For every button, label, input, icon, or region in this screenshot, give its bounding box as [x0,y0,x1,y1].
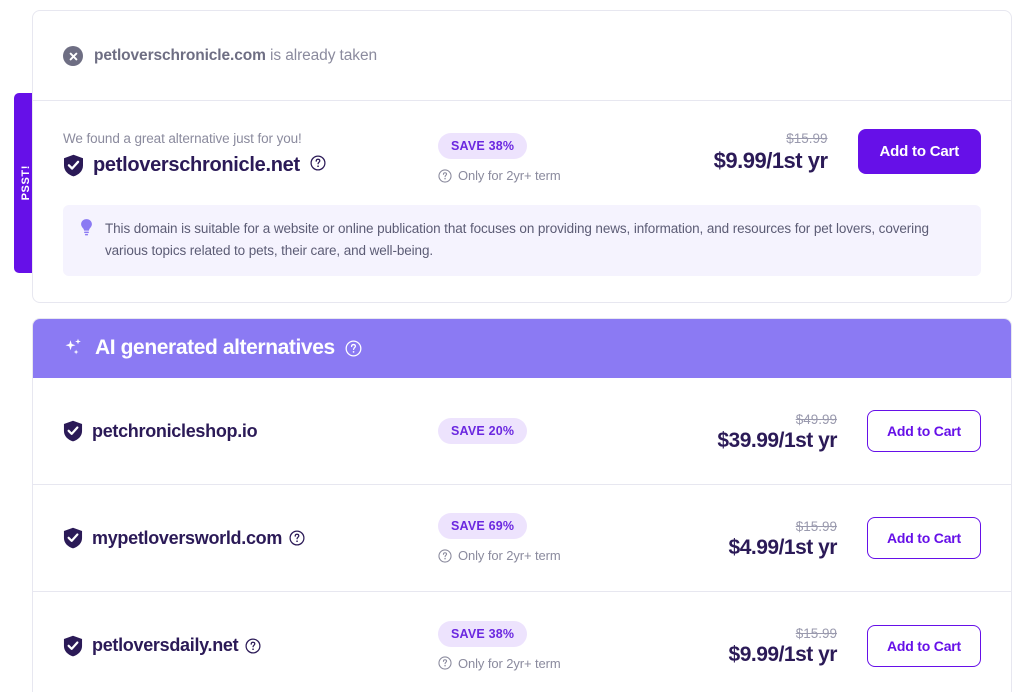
alt-new-price: $39.99/1st yr [717,429,837,453]
featured-domain-card: petloverschronicle.com is already taken … [32,10,1012,303]
alt-new-price: $9.99/1st yr [729,643,837,667]
alt-price-and-cta: $49.99 $39.99/1st yr Add to Cart [703,410,981,453]
featured-domain-info: We found a great alternative just for yo… [63,129,438,177]
domain-results-page: PSST! petloverschronicle.com is already … [0,0,1024,692]
featured-old-price: $15.99 [714,131,828,146]
featured-domain-line: petloverschronicle.net [63,154,438,177]
featured-tagline: We found a great alternative just for yo… [63,131,438,146]
question-circle-icon[interactable] [438,656,452,670]
shield-check-icon [63,527,83,549]
featured-alternative-body: We found a great alternative just for yo… [33,101,1011,276]
question-circle-icon[interactable] [438,549,452,563]
featured-price-and-cta: $15.99 $9.99/1st yr Add to Cart [703,129,981,174]
featured-term-note: Only for 2yr+ term [438,168,703,183]
ai-alternatives-header: AI generated alternatives [33,319,1011,378]
featured-offer-info: SAVE 38% Only for 2yr+ term [438,129,703,183]
featured-save-badge: SAVE 38% [438,133,527,159]
alt-save-badge: SAVE 69% [438,513,527,539]
ai-alternatives-card: AI generated alternatives petchroniclesh… [32,318,1012,692]
featured-domain-name[interactable]: petloverschronicle.net [93,154,300,177]
alt-price-block: $49.99 $39.99/1st yr [717,410,837,453]
taken-domain-name: petloverschronicle.com [94,47,266,64]
alt-domain-name[interactable]: mypetloversworld.com [92,528,282,549]
featured-price-block: $15.99 $9.99/1st yr [714,129,828,174]
alt-domain-name[interactable]: petchronicleshop.io [92,421,257,442]
table-row: mypetloversworld.com SAVE 69% [33,485,1011,592]
alt-offer-info: SAVE 20% [438,418,703,444]
alt-price-and-cta: $15.99 $4.99/1st yr Add to Cart [703,517,981,560]
alt-offer-info: SAVE 38% Only for 2yr+ term [438,621,703,671]
alt-price-block: $15.99 $9.99/1st yr [729,624,837,667]
ai-alternatives-title: AI generated alternatives [95,336,335,360]
alt-term-note-label: Only for 2yr+ term [458,548,561,563]
table-row: petchronicleshop.io SAVE 20% $49.99 $39.… [33,378,1011,485]
shield-check-icon [63,420,83,442]
psst-side-tab-label: PSST! [20,165,32,200]
alt-domain-info: mypetloversworld.com [63,527,438,549]
alt-old-price: $49.99 [717,412,837,427]
alt-price-and-cta: $15.99 $9.99/1st yr Add to Cart [703,624,981,667]
alt-domain-line: petloversdaily.net [63,635,438,657]
alt-old-price: $15.99 [729,519,837,534]
shield-check-icon [63,154,84,177]
featured-new-price: $9.99/1st yr [714,148,828,174]
sparkles-icon [63,337,85,359]
alt-domain-name[interactable]: petloversdaily.net [92,635,238,656]
question-circle-icon[interactable] [245,638,261,654]
alt-offer-info: SAVE 69% Only for 2yr+ term [438,513,703,563]
alt-old-price: $15.99 [729,626,837,641]
alt-domain-line: petchronicleshop.io [63,420,438,442]
alt-domain-line: mypetloversworld.com [63,527,438,549]
alt-add-to-cart-button[interactable]: Add to Cart [867,517,981,559]
featured-add-to-cart-button[interactable]: Add to Cart [858,129,981,174]
featured-alternative-main: We found a great alternative just for yo… [63,129,981,183]
alt-price-block: $15.99 $4.99/1st yr [729,517,837,560]
question-circle-icon[interactable] [310,155,326,176]
lightbulb-icon [79,218,94,236]
shield-check-icon [63,635,83,657]
featured-term-note-label: Only for 2yr+ term [458,168,561,183]
x-circle-icon [63,46,83,66]
featured-description-text: This domain is suitable for a website or… [105,218,965,262]
alt-term-note-label: Only for 2yr+ term [458,656,561,671]
question-circle-icon[interactable] [289,530,305,546]
alt-domain-info: petchronicleshop.io [63,420,438,442]
alt-add-to-cart-button[interactable]: Add to Cart [867,625,981,667]
taken-suffix-text: is already taken [266,47,377,64]
featured-domain-description: This domain is suitable for a website or… [63,205,981,276]
domain-taken-notice: petloverschronicle.com is already taken [33,11,1011,101]
alt-domain-info: petloversdaily.net [63,635,438,657]
table-row: petloversdaily.net SAVE 38% [33,592,1011,692]
alt-term-note: Only for 2yr+ term [438,548,703,563]
alt-save-badge: SAVE 38% [438,621,527,647]
domain-taken-text: petloverschronicle.com is already taken [94,47,377,65]
question-circle-icon[interactable] [438,169,452,183]
alt-save-badge: SAVE 20% [438,418,527,444]
alt-term-note: Only for 2yr+ term [438,656,703,671]
alt-add-to-cart-button[interactable]: Add to Cart [867,410,981,452]
question-circle-icon[interactable] [345,340,362,357]
alt-new-price: $4.99/1st yr [729,536,837,560]
